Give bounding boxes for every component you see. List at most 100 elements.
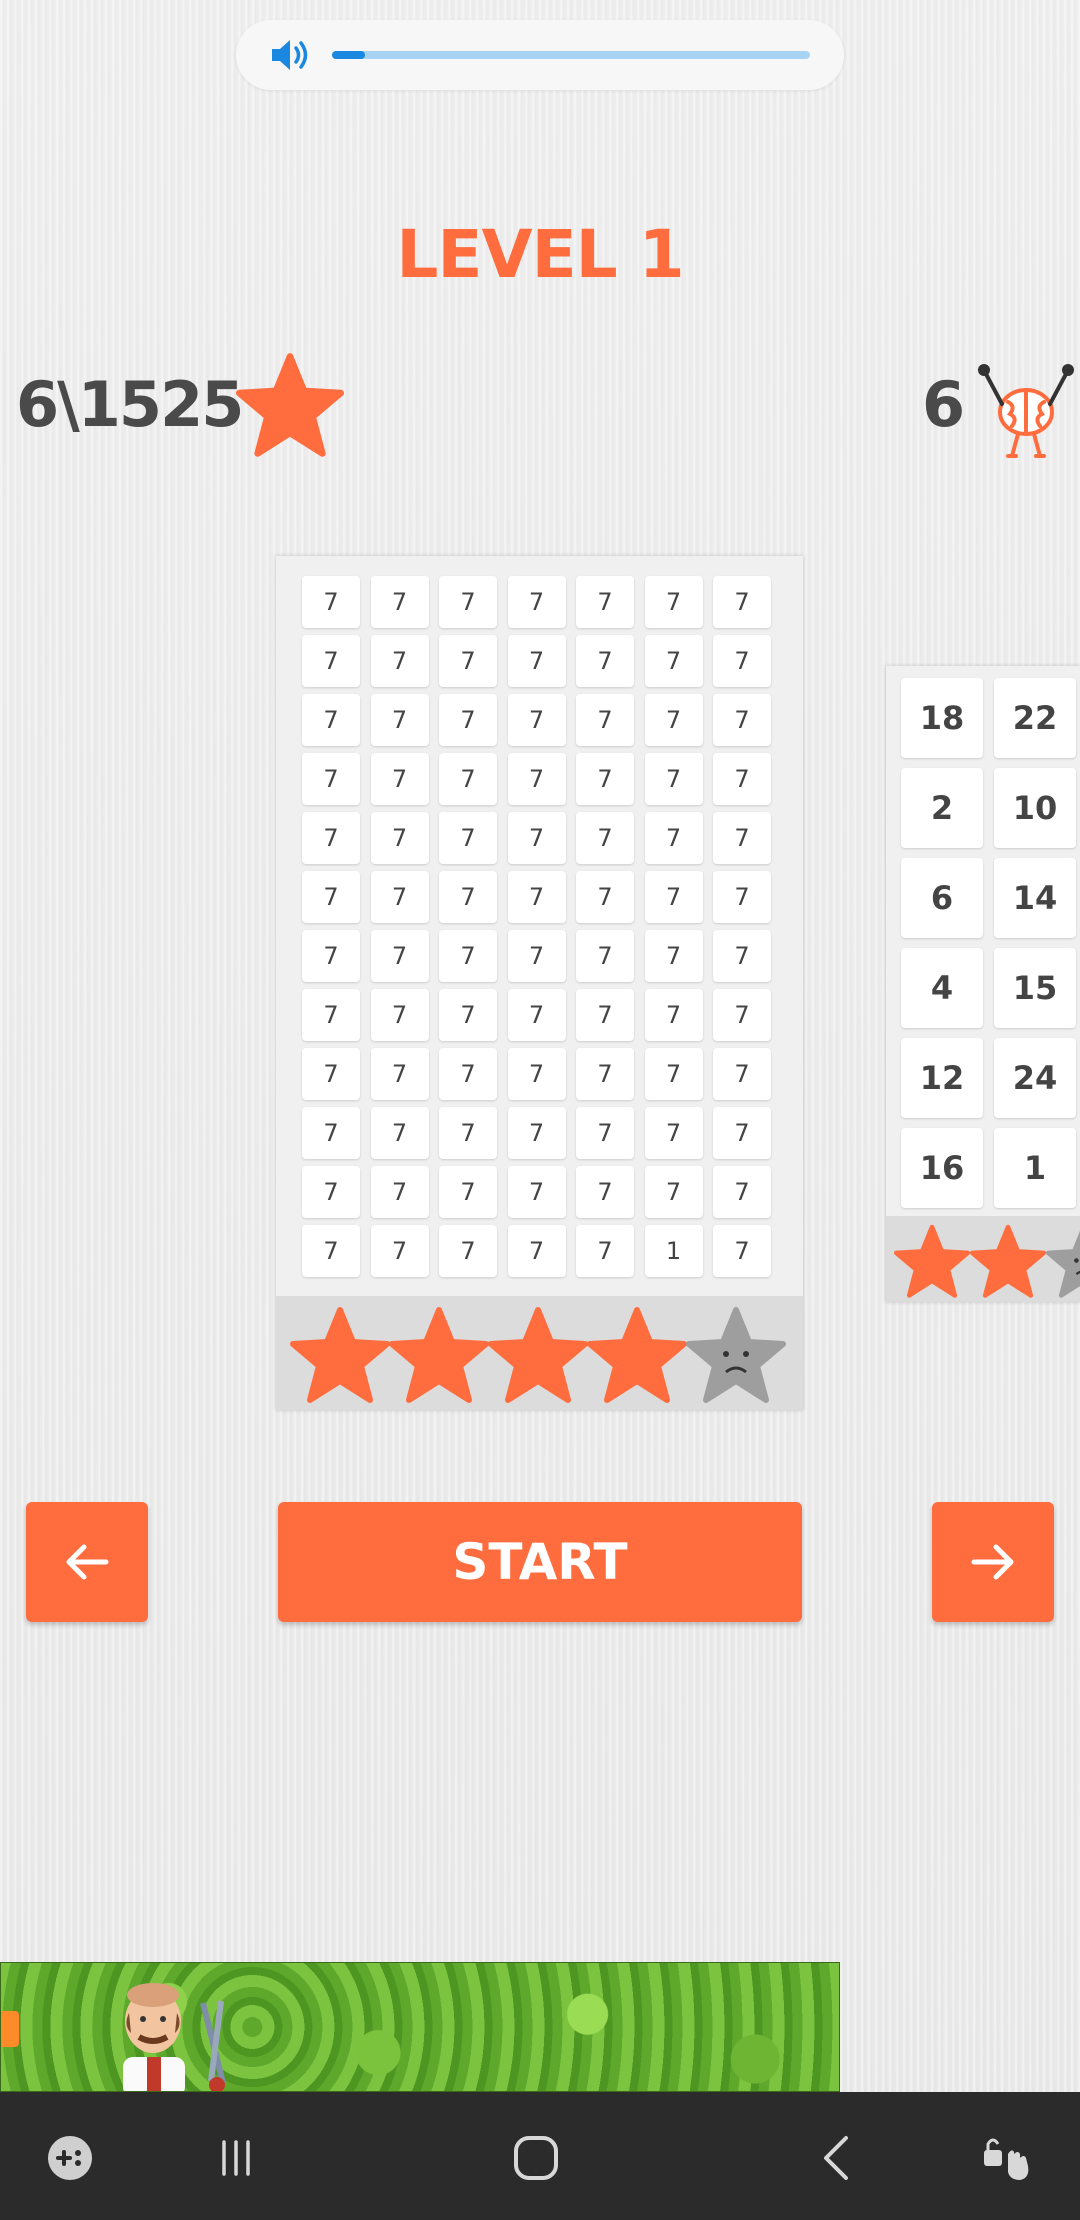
grid-cell: 7 (370, 930, 429, 982)
volume-slider-fill (332, 51, 366, 59)
grid-cell: 7 (507, 871, 566, 923)
star-full-icon (488, 1307, 588, 1403)
grid-cell: 7 (576, 1048, 634, 1100)
grid-cell: 7 (302, 871, 360, 923)
grid-cell: 7 (302, 930, 360, 982)
grid-cell: 7 (370, 635, 429, 687)
grid-cell: 7 (302, 753, 360, 805)
grid-cell: 7 (302, 1048, 360, 1100)
grid-cell: 7 (370, 1107, 429, 1159)
grid-cell: 7 (507, 694, 566, 746)
grid-cell: 7 (507, 1107, 566, 1159)
grid-cell: 7 (576, 871, 634, 923)
grid-cell: 7 (507, 930, 566, 982)
star-full-icon (587, 1307, 687, 1403)
stars-progress: 6\1525 (16, 368, 244, 441)
grid-cell: 7 (576, 576, 634, 628)
next-grid-cell: 6 (901, 858, 983, 938)
grid-cell: 7 (302, 1166, 360, 1218)
grid-cell: 7 (302, 1107, 360, 1159)
system-nav-bar (0, 2092, 1080, 2220)
grid-cell: 7 (439, 1048, 497, 1100)
grid-cell: 7 (439, 989, 497, 1041)
grid-cell: 7 (370, 694, 429, 746)
next-level-button[interactable] (932, 1502, 1054, 1622)
grid-cell: 7 (507, 635, 566, 687)
grid-cell: 7 (644, 1107, 703, 1159)
number-grid: 7777777777777777777777777777777777777777… (302, 576, 771, 1277)
volume-control[interactable] (236, 20, 844, 90)
grid-cell: 7 (370, 989, 429, 1041)
grid-cell: 7 (302, 989, 360, 1041)
next-grid-cell: 1 (994, 1128, 1076, 1208)
speaker-icon[interactable] (270, 35, 314, 75)
next-level-card[interactable]: 18 22 2 10 6 14 4 15 12 24 16 1 (886, 666, 1080, 1302)
grid-cell: 7 (644, 812, 703, 864)
grid-cell: 7 (302, 576, 360, 628)
grid-cell: 7 (507, 812, 566, 864)
grid-cell: 7 (713, 1048, 771, 1100)
next-grid-cell: 16 (901, 1128, 983, 1208)
grid-cell: 7 (507, 1048, 566, 1100)
grid-cell: 7 (507, 576, 566, 628)
star-full-icon (970, 1224, 1046, 1298)
level-card[interactable]: 7777777777777777777777777777777777777777… (276, 556, 803, 1410)
ad-character-image (123, 1983, 226, 2091)
next-grid-cell: 18 (901, 678, 983, 758)
next-grid-cell: 22 (994, 678, 1076, 758)
level-title: LEVEL 1 (396, 216, 684, 293)
grid-cell: 7 (302, 812, 360, 864)
grid-cell: 7 (439, 635, 497, 687)
back-icon[interactable] (812, 2132, 864, 2184)
start-button[interactable]: START (278, 1502, 802, 1622)
grid-cell: 7 (576, 812, 634, 864)
next-grid-cell: 12 (901, 1038, 983, 1118)
grid-cell: 7 (439, 1225, 497, 1277)
previous-level-button[interactable] (26, 1502, 148, 1622)
grid-cell: 7 (576, 1225, 634, 1277)
grid-cell: 7 (713, 753, 771, 805)
grid-cell: 7 (507, 753, 566, 805)
star-empty-sad-icon (686, 1307, 786, 1403)
grid-cell: 7 (644, 753, 703, 805)
grid-cell: 7 (713, 812, 771, 864)
recent-apps-icon[interactable] (210, 2132, 262, 2184)
grid-cell: 7 (507, 1166, 566, 1218)
grid-cell: 7 (302, 1225, 360, 1277)
grid-cell: 7 (370, 753, 429, 805)
grid-cell: 7 (370, 812, 429, 864)
grid-cell: 7 (370, 576, 429, 628)
grid-cell: 1 (644, 1225, 703, 1277)
next-number-grid: 18 22 2 10 6 14 4 15 12 24 16 1 (901, 678, 1076, 1208)
ad-banner[interactable] (0, 1962, 840, 2092)
accessibility-icon[interactable] (980, 2132, 1032, 2184)
grid-cell: 7 (644, 635, 703, 687)
next-grid-cell: 24 (994, 1038, 1076, 1118)
home-icon[interactable] (510, 2132, 562, 2184)
grid-cell: 7 (713, 1166, 771, 1218)
grid-cell: 7 (302, 635, 360, 687)
grid-cell: 7 (644, 871, 703, 923)
grid-cell: 7 (713, 694, 771, 746)
arrow-right-icon (971, 1544, 1014, 1580)
grid-cell: 7 (370, 1048, 429, 1100)
grid-cell: 7 (713, 871, 771, 923)
star-empty-sad-icon (1046, 1230, 1080, 1298)
grid-cell: 7 (576, 635, 634, 687)
game-launcher-icon[interactable] (44, 2132, 96, 2184)
grid-cell: 7 (576, 694, 634, 746)
brain-lifting-icon (978, 364, 1074, 458)
volume-slider[interactable] (332, 51, 810, 59)
grid-cell: 7 (576, 989, 634, 1041)
grid-cell: 7 (439, 1107, 497, 1159)
grid-cell: 7 (370, 1225, 429, 1277)
grid-cell: 7 (713, 989, 771, 1041)
level-rating-stars (276, 1296, 803, 1410)
grid-cell: 7 (576, 1107, 634, 1159)
next-grid-cell: 15 (994, 948, 1076, 1028)
ad-choices-tab[interactable] (1, 2011, 19, 2047)
grid-cell: 7 (713, 576, 771, 628)
grid-cell: 7 (439, 753, 497, 805)
grid-cell: 7 (439, 812, 497, 864)
grid-cell: 7 (507, 989, 566, 1041)
